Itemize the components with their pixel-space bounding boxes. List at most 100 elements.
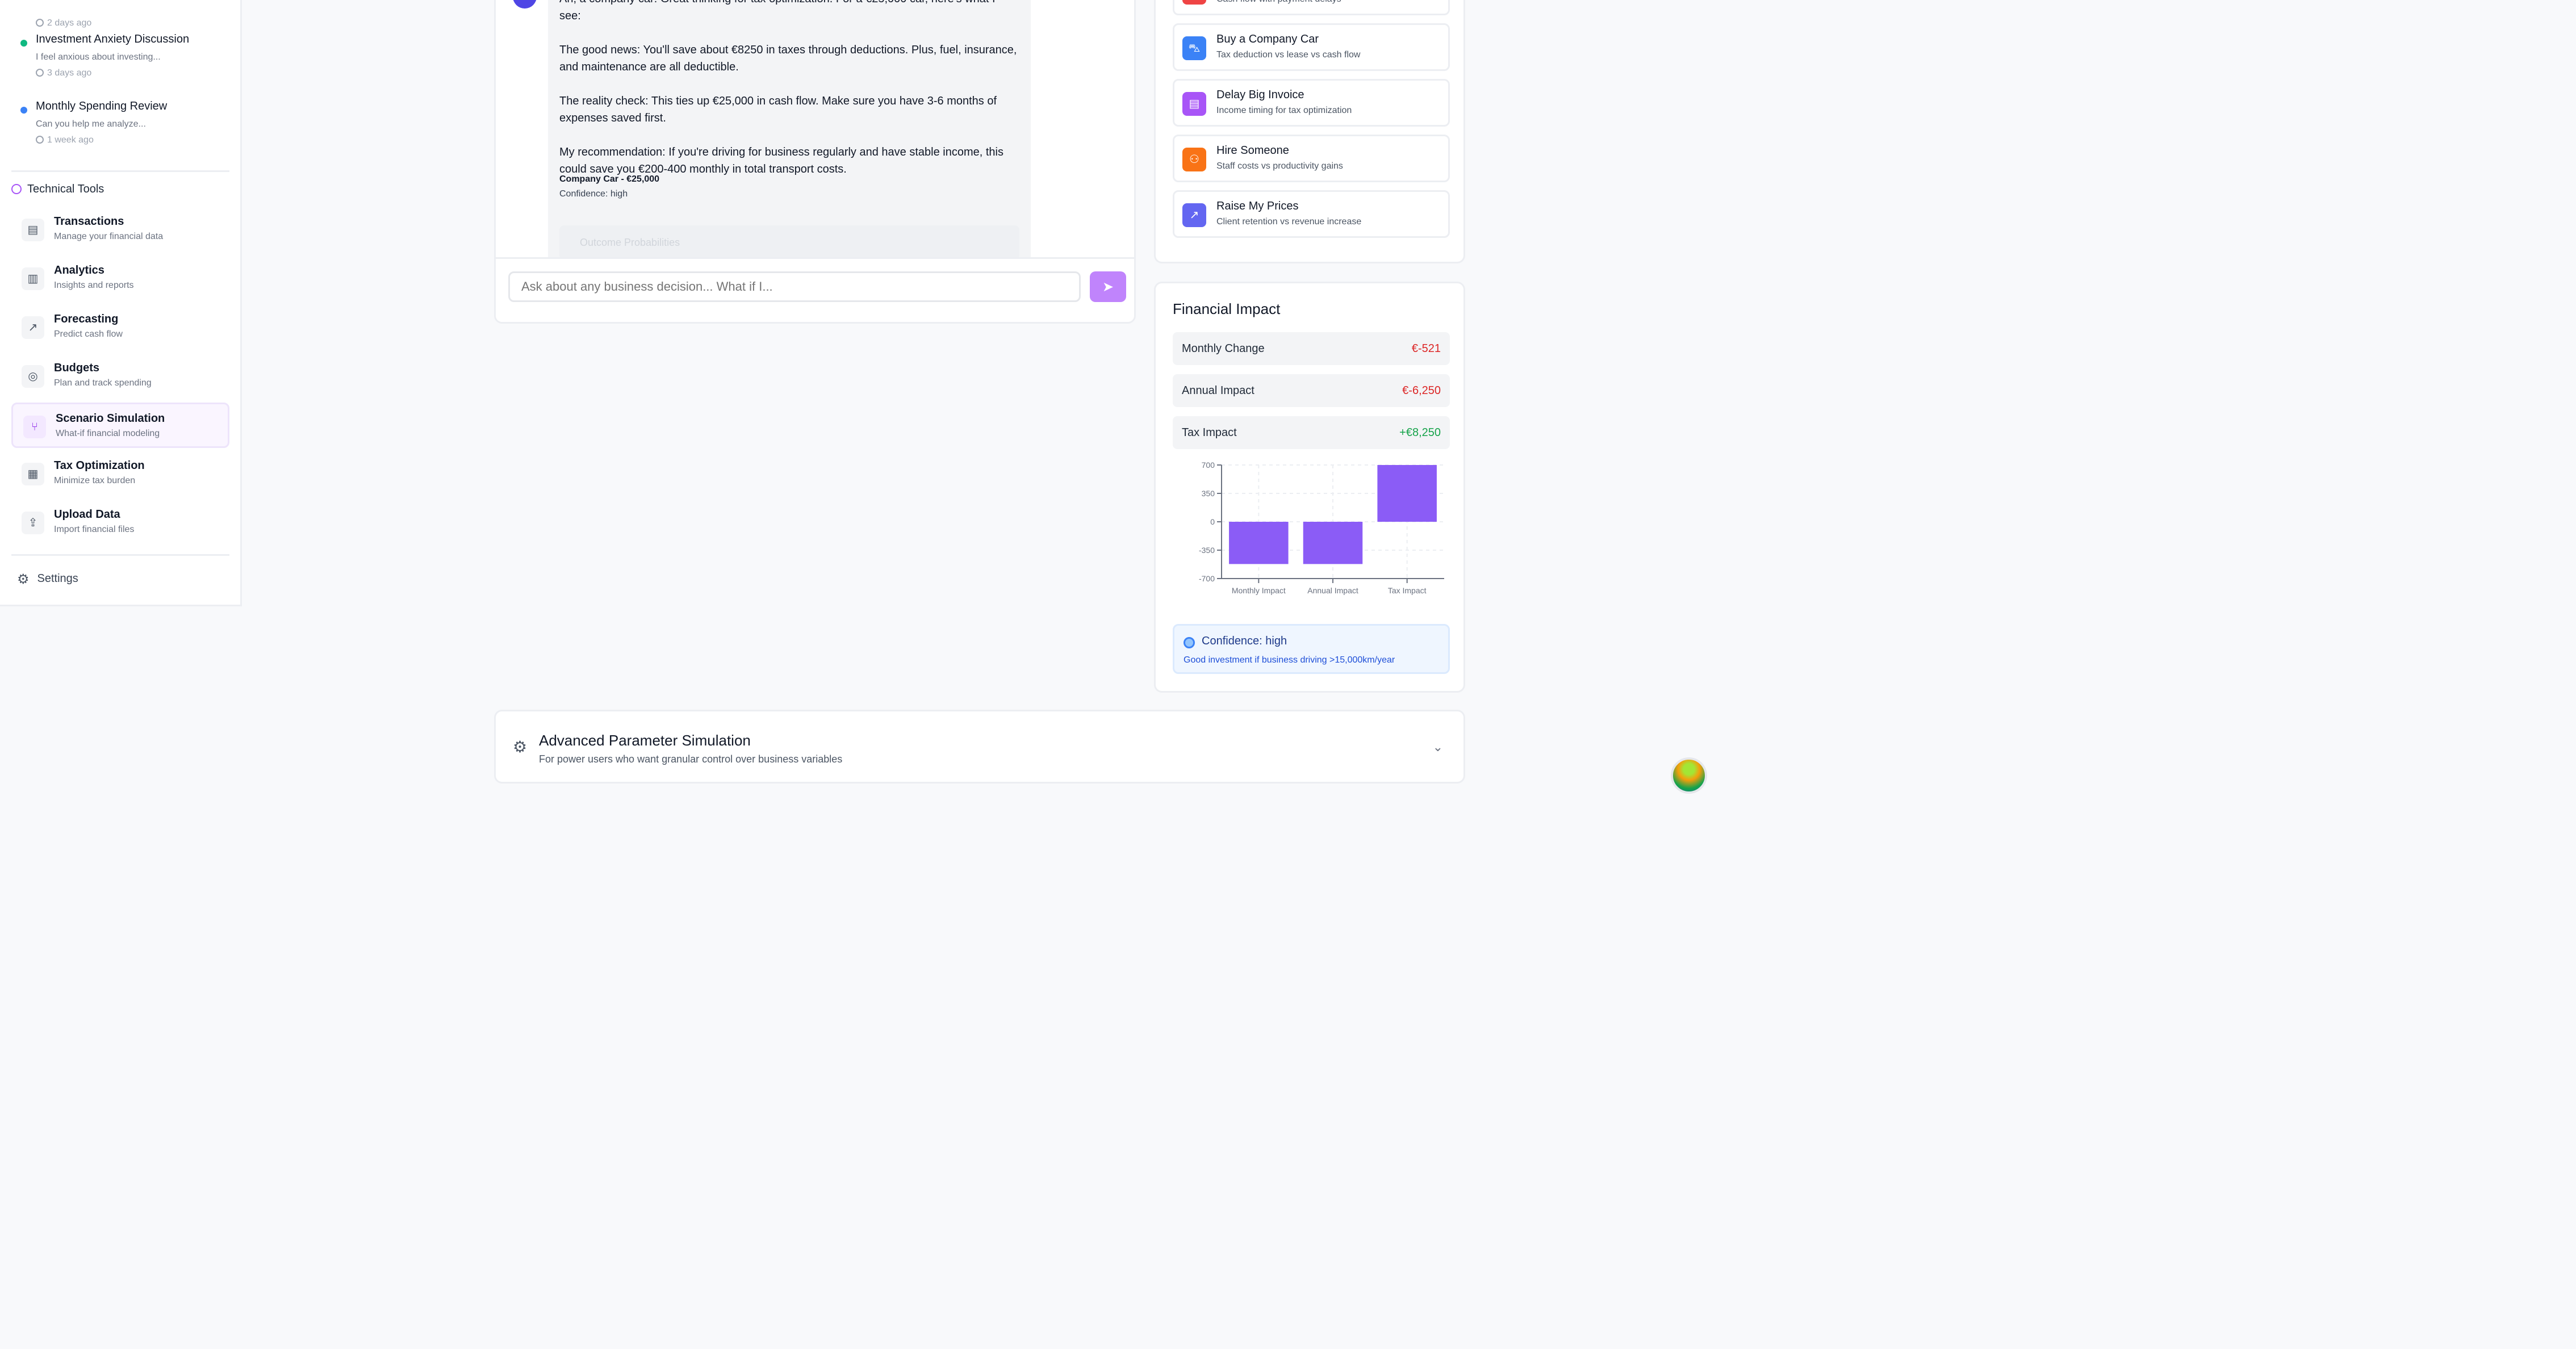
scenario-description: Income timing for tax optimization [1216, 106, 1352, 115]
sidebar-item-transactions[interactable]: ▤ Transactions Manage your financial data [11, 207, 229, 253]
x-tick-label: Tax Impact [1388, 586, 1427, 595]
target-icon: ◎ [22, 365, 44, 388]
message-paragraph: Ah, a company car! Great thinking for ta… [559, 0, 996, 22]
scenario-description: Tax deduction vs lease vs cash flow [1216, 50, 1361, 60]
clock-icon [36, 19, 44, 27]
metric-label: Monthly Change [1182, 342, 1265, 355]
tool-name: Tax Optimization [54, 459, 145, 472]
tool-name: Transactions [54, 215, 124, 228]
advanced-subtitle: For power users who want granular contro… [539, 753, 843, 765]
confidence-title: Confidence: high [1202, 635, 1287, 647]
scenario-description: Cash flow with payment delays [1216, 0, 1341, 5]
tool-name: Analytics [54, 264, 104, 276]
assistant-avatar-button[interactable] [1671, 757, 1707, 794]
scenario-button[interactable]: ! Cash flow with payment delays [1173, 0, 1450, 15]
tool-description: What-if financial modeling [56, 429, 160, 438]
bar [1377, 465, 1437, 522]
chat-time: 1 week ago [36, 135, 94, 145]
card-title: Company Car - €25,000 [559, 174, 660, 184]
chat-input[interactable] [508, 271, 1081, 302]
tool-name: Scenario Simulation [56, 412, 165, 425]
card-confidence: Confidence: high [559, 189, 628, 199]
chat-time: 3 days ago [36, 68, 91, 78]
financial-impact-panel: Financial Impact Monthly Change €-521 Annu… [1154, 282, 1465, 693]
assistant-avatar [513, 0, 537, 9]
scenario-button[interactable]: ⛍ Buy a Company Car Tax deduction vs lease… [1173, 23, 1450, 71]
metric-value: €-521 [1411, 342, 1441, 355]
info-icon [11, 184, 22, 194]
tool-description: Predict cash flow [54, 329, 123, 339]
scenario-button[interactable]: ⚇ Hire Someone Staff costs vs productivity… [1173, 135, 1450, 182]
scenario-name: Raise My Prices [1216, 200, 1299, 212]
chat-title: Monthly Spending Review [36, 100, 168, 112]
chat-preview: Can you help me analyze... [36, 119, 146, 129]
metric-label: Annual Impact [1182, 384, 1254, 397]
sidebar-divider [11, 554, 229, 556]
sidebar-item-tax-optimization[interactable]: ▦ Tax Optimization Minimize tax burden [11, 451, 229, 497]
advanced-simulation-toggle[interactable]: ⚙ Advanced Parameter Simulation For powe… [494, 710, 1465, 784]
impact-metric-row: Monthly Change €-521 [1173, 332, 1450, 365]
chat-title: Investment Anxiety Discussion [36, 33, 190, 45]
advanced-title: Advanced Parameter Simulation [539, 732, 751, 749]
message-paragraph: The reality check: This ties up €25,000 … [559, 95, 997, 124]
impact-bar-chart: 700 350 0 -350 -700 Monthly Impact Annual Impa… [1199, 460, 1444, 595]
car-icon: ⛍ [1182, 36, 1206, 60]
scenario-button[interactable]: ↗ Raise My Prices Client retention vs reve… [1173, 190, 1450, 238]
gear-icon: ⚙ [17, 572, 30, 587]
scenario-button[interactable]: ▤ Delay Big Invoice Income timing for tax … [1173, 79, 1450, 127]
settings-button[interactable]: ⚙ Settings [17, 571, 78, 588]
send-icon: ➤ [1102, 279, 1114, 295]
confidence-box: Confidence: high Good investment if busi… [1173, 624, 1450, 674]
alert-icon: ! [1182, 0, 1206, 5]
bar [1303, 522, 1363, 564]
metric-label: Tax Impact [1182, 426, 1237, 439]
tool-description: Minimize tax burden [54, 476, 136, 485]
metric-value: +€8,250 [1399, 426, 1441, 439]
message-paragraph: The good news: You'll save about €8250 i… [559, 44, 1017, 73]
chat-preview: I feel anxious about investing... [36, 52, 161, 62]
git-branch-icon: ⑂ [23, 416, 46, 438]
tool-name: Budgets [54, 362, 99, 374]
sidebar-item-budgets[interactable]: ◎ Budgets Plan and track spending [11, 354, 229, 399]
chat-input-row: ➤ [496, 257, 1134, 322]
gear-icon: ⚙ [513, 738, 528, 756]
status-dot [20, 40, 27, 47]
scenario-result-card: Company Car - €25,000 Confidence: high O… [559, 174, 1019, 269]
document-icon: ▤ [22, 219, 44, 241]
chevron-down-icon: ⌄ [1432, 740, 1443, 754]
send-button[interactable]: ➤ [1090, 271, 1126, 302]
clock-icon [36, 69, 44, 77]
tool-description: Plan and track spending [54, 378, 152, 388]
outcome-probabilities-toggle[interactable]: Outcome Probabilities [559, 225, 1019, 259]
x-tick-label: Annual Impact [1307, 586, 1358, 595]
chat-time: 2 days ago [36, 18, 91, 28]
bar [1229, 522, 1289, 564]
tool-description: Import financial files [54, 525, 135, 534]
trending-up-icon: ↗ [22, 316, 44, 339]
financial-impact-title: Financial Impact [1173, 300, 1281, 317]
sidebar-item-scenario-simulation[interactable]: ⑂ Scenario Simulation What-if financial mo… [11, 403, 229, 448]
receipt-icon: ▦ [22, 463, 44, 485]
y-tick-label: 350 [1202, 489, 1215, 498]
message-paragraph: My recommendation: If you're driving for… [559, 146, 1003, 175]
sidebar-item-forecasting[interactable]: ↗ Forecasting Predict cash flow [11, 305, 229, 350]
sidebar-divider [11, 170, 229, 172]
metric-value: €-6,250 [1402, 384, 1441, 397]
scenario-description: Client retention vs revenue increase [1216, 217, 1362, 227]
y-tick-label: -350 [1199, 546, 1215, 555]
tool-name: Upload Data [54, 508, 120, 521]
sidebar-item-upload-data[interactable]: ⇪ Upload Data Import financial files [11, 500, 229, 546]
technical-tools-heading: Technical Tools [11, 183, 104, 196]
message-text: Ah, a company car! Great thinking for ta… [559, 0, 1019, 178]
tool-description: Insights and reports [54, 280, 134, 290]
sidebar-item-analytics[interactable]: ▥ Analytics Insights and reports [11, 256, 229, 301]
impact-metric-row: Annual Impact €-6,250 [1173, 374, 1450, 407]
bar-chart-icon: ▥ [22, 267, 44, 290]
sidebar: 2 days ago Investment Anxiety Discussion I… [0, 0, 242, 606]
x-tick-label: Monthly Impact [1232, 586, 1286, 595]
file-icon: ▤ [1182, 92, 1206, 116]
tool-description: Manage your financial data [54, 232, 164, 241]
scenario-description: Staff costs vs productivity gains [1216, 161, 1343, 171]
scenario-name: Buy a Company Car [1216, 33, 1319, 45]
status-dot [20, 107, 27, 114]
